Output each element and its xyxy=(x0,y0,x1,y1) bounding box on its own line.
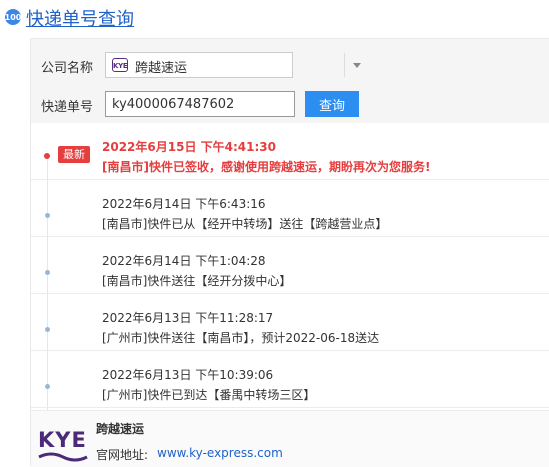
tracking-number-input[interactable] xyxy=(105,91,295,117)
tracking-timeline: 最新 2022年6月15日 下午4:41:30 [南昌市]快件已签收，感谢使用跨… xyxy=(31,123,549,410)
logo-wave-icon xyxy=(38,452,88,462)
company-label: 公司名称 xyxy=(41,61,94,76)
timeline-time: 2022年6月13日 下午10:39:06 xyxy=(102,368,274,382)
query-button[interactable]: 查询 xyxy=(305,91,359,117)
timeline-item: 2022年6月13日 下午11:28:17 [广州市]快件送往【南昌市】，预计2… xyxy=(31,294,549,351)
timeline-description: [广州市]快件已到达【番禺中转场三区】 xyxy=(102,388,316,402)
timeline-description: [南昌市]快件送往【经开分拨中心】 xyxy=(102,274,292,288)
timeline-item: 2022年6月13日 下午10:39:06 [广州市]快件已到达【番禺中转场三区… xyxy=(31,351,549,408)
timeline-time: 2022年6月14日 下午1:04:28 xyxy=(102,254,266,268)
page-title-link[interactable]: 快递单号查询 xyxy=(26,5,134,31)
website-label: 官网地址: xyxy=(96,448,149,462)
timeline-time: 2022年6月15日 下午4:41:30 xyxy=(102,140,276,154)
company-select[interactable]: KYE 跨越速运 xyxy=(105,52,361,78)
timeline-time: 2022年6月14日 下午6:43:16 xyxy=(102,197,266,211)
select-divider xyxy=(344,53,345,77)
timeline-description: [广州市]快件送往【南昌市】，预计2022-06-18送达 xyxy=(102,331,380,345)
company-select-value: 跨越速运 xyxy=(135,61,188,76)
timeline-dot xyxy=(45,270,50,275)
timeline-dot-latest xyxy=(44,153,50,159)
timeline-description: [南昌市]快件已签收，感谢使用跨越速运，期盼再次为您服务! xyxy=(102,160,431,174)
company-info-footer: KYE 跨越速运 官网地址: www.ky-express.com xyxy=(31,410,549,467)
timeline-item: 2022年6月14日 下午1:04:28 [南昌市]快件送往【经开分拨中心】 xyxy=(31,237,549,294)
timeline-dot xyxy=(45,327,50,332)
query-form: 公司名称 KYE 跨越速运 快递单号 查询 xyxy=(31,39,549,123)
timeline-item: 2022年6月14日 下午6:43:16 [南昌市]快件已从【经开中转场】送往【… xyxy=(31,180,549,237)
footer-company-name: 跨越速运 xyxy=(96,422,145,436)
kuaidi100-logo-icon: 100 xyxy=(5,9,21,25)
timeline-item-latest: 最新 2022年6月15日 下午4:41:30 [南昌市]快件已签收，感谢使用跨… xyxy=(31,123,549,180)
timeline-dot xyxy=(45,213,50,218)
timeline-dot xyxy=(45,384,50,389)
chevron-down-icon[interactable] xyxy=(353,63,361,68)
website-link[interactable]: www.ky-express.com xyxy=(157,446,283,460)
tracking-panel: 公司名称 KYE 跨越速运 快递单号 查询 最新 2022年6月15日 下午4:… xyxy=(30,38,549,467)
timeline-description: [南昌市]快件已从【经开中转场】送往【跨越营业点】 xyxy=(102,217,388,231)
kye-logo-letters: KYE xyxy=(38,428,87,452)
kye-logo-icon: KYE xyxy=(38,429,88,465)
latest-badge: 最新 xyxy=(58,146,90,163)
kye-company-icon: KYE xyxy=(112,58,128,72)
tracking-number-label: 快递单号 xyxy=(41,100,94,115)
page-header: 100 快递单号查询 xyxy=(0,0,549,34)
timeline-time: 2022年6月13日 下午11:28:17 xyxy=(102,311,274,325)
